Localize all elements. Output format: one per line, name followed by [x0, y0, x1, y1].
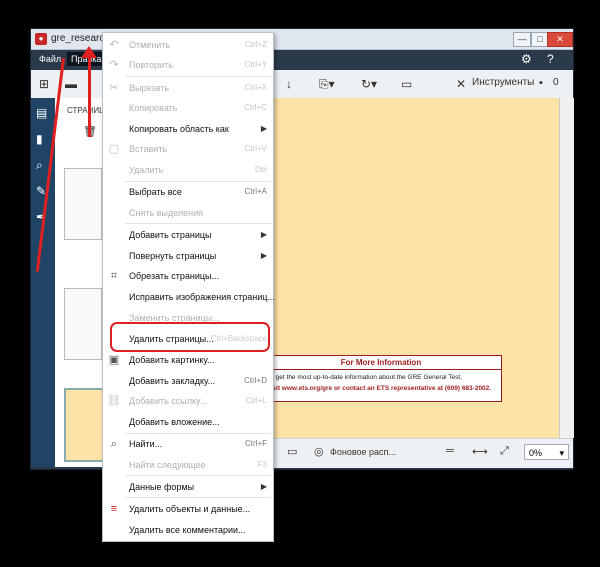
- arrow-head-icon: [81, 46, 97, 58]
- fit-page-icon[interactable]: ═: [446, 445, 454, 457]
- menu-item-select-all[interactable]: Выбрать все Ctrl+A: [103, 182, 273, 202]
- annotation-arrow: [88, 55, 91, 137]
- menu-item-delete: Удалить Del: [129, 165, 267, 175]
- menu-item-cut: ✂ Вырезать Ctrl+X: [103, 78, 273, 98]
- tools-button[interactable]: Инструменты: [472, 77, 534, 88]
- menu-item-deselect: Снять выделения: [129, 208, 203, 218]
- display-icon[interactable]: ▭: [287, 445, 297, 458]
- menu-item-rotate-pages[interactable]: Повернуть страницы ▶: [103, 246, 273, 266]
- highlight-delete-pages: [110, 322, 270, 352]
- menu-item-form-data[interactable]: Данные формы ▶: [103, 477, 273, 497]
- menu-item-paste: ▢ Вставить Ctrl+V: [108, 143, 267, 155]
- info-line-1: To get the most up-to-date information a…: [267, 374, 462, 381]
- pages-panel-header: СТРАНИЦ: [67, 106, 105, 115]
- menu-file[interactable]: Файл: [39, 54, 61, 64]
- tools-icon[interactable]: ✕: [456, 77, 466, 91]
- menu-item-fix-page-images[interactable]: Исправить изображения страниц...: [103, 287, 275, 307]
- info-line-2: visit www.ets.org/gre or contact an ETS …: [267, 385, 492, 392]
- page-thumbnail[interactable]: [64, 168, 102, 240]
- edit-menu: ↶ Отменить Ctrl+Z ↷ Повторить Ctrl+Y ✂ В…: [102, 32, 275, 542]
- menu-item-remove-objects[interactable]: ≡ Удалить объекты и данные...: [103, 499, 273, 519]
- info-box-title: For More Information: [261, 356, 501, 370]
- menu-separator: [125, 76, 271, 77]
- menu-item-crop-pages[interactable]: ⌗ Обрезать страницы...: [103, 266, 273, 286]
- chevron-down-icon: ▾: [559, 448, 564, 458]
- cut-icon: ✂: [109, 82, 119, 94]
- fullscreen-icon[interactable]: ⤢: [500, 445, 509, 458]
- submenu-arrow-icon: ▶: [260, 230, 267, 239]
- menu-item-add-attachment[interactable]: Добавить вложение...: [103, 412, 273, 432]
- submenu-arrow-icon: ▶: [260, 124, 267, 133]
- crop-icon: ⌗: [110, 270, 118, 282]
- link-icon: ⛓: [107, 395, 121, 407]
- zoom-select[interactable]: 0% ▾: [524, 444, 569, 460]
- minimize-button[interactable]: —: [513, 32, 531, 47]
- pages-panel: СТРАНИЦ 🗑: [55, 98, 105, 467]
- paste-icon: ▢: [108, 143, 120, 155]
- fit-width-icon[interactable]: ⟷: [472, 445, 488, 458]
- search-icon: ⌕: [110, 438, 118, 450]
- open-folder-icon[interactable]: ▬: [65, 77, 77, 91]
- menu-separator: [125, 475, 271, 476]
- pages-icon[interactable]: ▤: [36, 106, 47, 120]
- background-recognition-label[interactable]: Фоновое расп...: [330, 447, 396, 457]
- menu-item-copy-area-as[interactable]: Копировать область как ▶: [103, 119, 273, 139]
- menu-separator: [125, 497, 271, 498]
- image-icon: ▣: [108, 354, 120, 366]
- add-page-icon[interactable]: ⊞: [39, 77, 49, 91]
- menu-item-remove-comments[interactable]: Удалить все комментарии...: [103, 520, 273, 540]
- zoom-value: 0%: [529, 448, 543, 458]
- close-button[interactable]: ✕: [547, 32, 573, 47]
- menu-item-add-bookmark[interactable]: Добавить закладку... Ctrl+D: [103, 371, 273, 391]
- menu-item-copy: Копировать Ctrl+C: [129, 103, 267, 113]
- page-thumbnail-selected[interactable]: [64, 388, 104, 462]
- background-icon[interactable]: ◎: [314, 445, 324, 458]
- app-logo-icon: ●: [35, 33, 47, 45]
- menu-item-redo: ↷ Повторить Ctrl+Y: [103, 55, 273, 75]
- menu-item-undo: ↶ Отменить Ctrl+Z: [103, 35, 273, 55]
- menu-separator: [125, 223, 271, 224]
- menu-item-add-link: ⛓ Добавить ссылку... Ctrl+L: [107, 395, 267, 407]
- menu-item-add-pages[interactable]: Добавить страницы ▶: [103, 225, 273, 245]
- help-icon[interactable]: ?: [547, 52, 554, 66]
- bookmarks-icon[interactable]: ▮: [36, 132, 43, 146]
- settings-icon[interactable]: ⚙: [521, 52, 532, 66]
- comments-count: 0: [553, 77, 559, 88]
- menu-item-find[interactable]: ⌕ Найти... Ctrl+F: [103, 434, 273, 454]
- menu-item-find-next: Найти следующее F3: [129, 460, 267, 470]
- next-page-icon[interactable]: ↓: [286, 77, 292, 91]
- page-thumbnail[interactable]: [64, 288, 102, 360]
- search-icon[interactable]: ⌕: [36, 158, 43, 173]
- page-icon[interactable]: ▭: [401, 77, 412, 91]
- undo-icon: ↶: [109, 39, 119, 51]
- menu-item-add-image[interactable]: ▣ Добавить картинку...: [103, 350, 273, 370]
- comments-icon[interactable]: ▪: [539, 77, 543, 89]
- insert-page-icon[interactable]: ⎘▾: [319, 77, 335, 92]
- info-box: For More Information To get the most up-…: [260, 355, 502, 402]
- remove-objects-icon: ≡: [110, 503, 118, 515]
- vertical-scrollbar[interactable]: [559, 98, 574, 438]
- submenu-arrow-icon: ▶: [260, 251, 267, 260]
- submenu-arrow-icon: ▶: [260, 482, 267, 491]
- redo-icon: ↷: [109, 59, 119, 71]
- rotate-icon[interactable]: ↻▾: [361, 77, 377, 91]
